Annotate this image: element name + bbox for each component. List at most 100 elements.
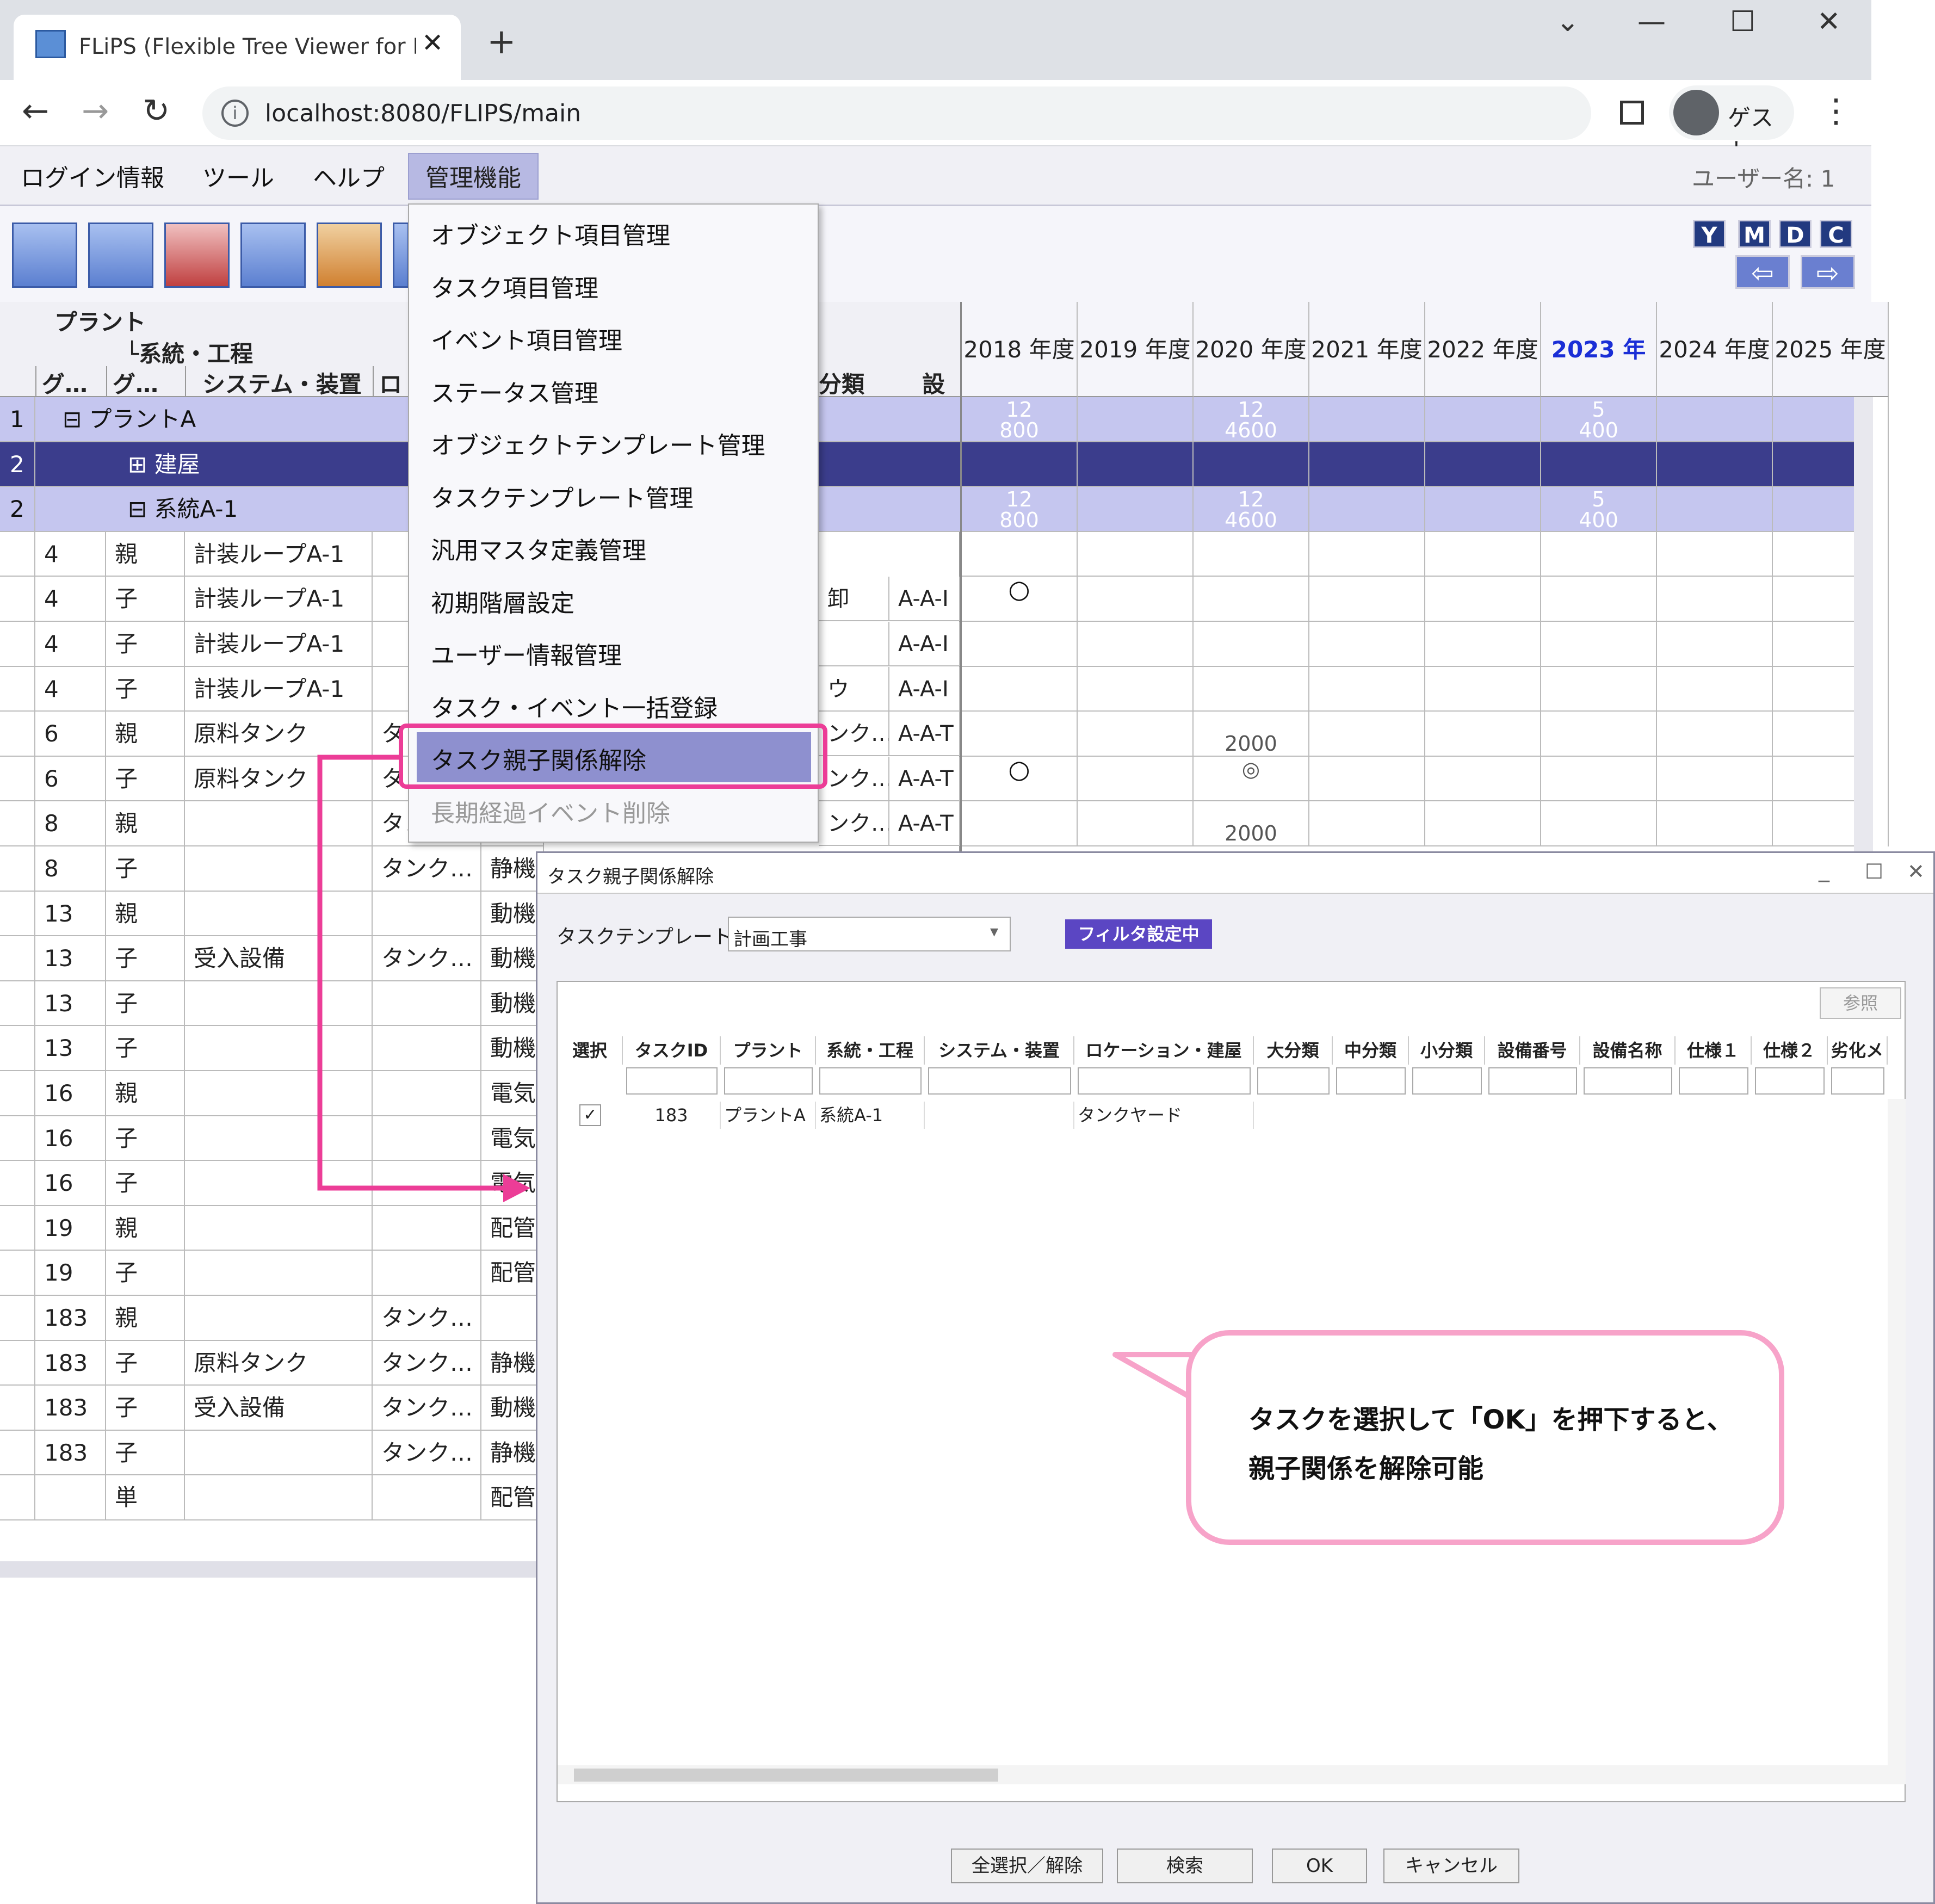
timeline-cell[interactable] (1078, 666, 1194, 712)
menu-login-info[interactable]: ログイン情報 (21, 158, 164, 193)
cancel-button[interactable]: キャンセル (1383, 1849, 1519, 1883)
year-header-cell[interactable]: 2020 年度 (1194, 302, 1309, 397)
select-all-button[interactable]: 全選択／解除 (951, 1849, 1103, 1883)
column-filter-input[interactable] (724, 1067, 813, 1095)
timeline-cell[interactable] (1194, 666, 1309, 712)
timeline-cell[interactable] (1309, 487, 1425, 532)
menu-admin[interactable]: 管理機能 (408, 153, 539, 200)
timeline-cell[interactable] (1309, 397, 1425, 442)
timeline-cell[interactable] (1078, 756, 1194, 802)
timeline-cell[interactable] (1657, 712, 1773, 757)
timeline-cell[interactable]: ○ (962, 577, 1078, 622)
glasses-icon[interactable] (12, 222, 77, 288)
ok-button[interactable]: OK (1272, 1849, 1367, 1883)
column-header[interactable]: 系統・工程 (816, 1036, 925, 1065)
timeline-cell[interactable] (1078, 487, 1194, 532)
timeline-cell[interactable] (1078, 531, 1194, 577)
column-filter-input[interactable] (1755, 1067, 1825, 1095)
profile-button[interactable]: ゲスト (1669, 85, 1794, 164)
column-filter-input[interactable] (1831, 1067, 1884, 1095)
timeline-cell[interactable] (1309, 666, 1425, 712)
timeline-cell[interactable]: 12 800 (962, 487, 1078, 532)
column-header[interactable]: 中分類 (1333, 1036, 1409, 1065)
table-row[interactable]: 183 子 タンク… 静機 (0, 1430, 544, 1476)
timeline-cell[interactable] (1541, 801, 1657, 846)
timeline-cell[interactable]: 2000 (1194, 712, 1309, 757)
timeline-cell[interactable] (1657, 577, 1773, 622)
timeline-cell[interactable] (962, 666, 1078, 712)
timeline-row[interactable] (962, 666, 1889, 712)
close-window-icon[interactable]: ✕ (1817, 5, 1841, 38)
omnibox[interactable]: i localhost:8080/FLIPS/main (202, 86, 1591, 140)
tab-search-icon[interactable]: ⌄ (1556, 5, 1580, 38)
column-filter-input[interactable] (928, 1067, 1071, 1095)
timeline-cell[interactable] (1541, 577, 1657, 622)
timeline-cell[interactable] (1194, 577, 1309, 622)
column-header[interactable]: プラント (721, 1036, 816, 1065)
view-month-button[interactable]: M (1738, 220, 1771, 248)
column-header[interactable]: 劣化メ (1828, 1036, 1888, 1065)
dropdown-item-5[interactable]: タスクテンプレート管理 (431, 473, 694, 525)
dialog-minimize-icon[interactable]: _ (1819, 857, 1829, 882)
browser-tab[interactable]: FLiPS (Flexible Tree Viewer for Pla ✕ (14, 15, 461, 80)
timeline-row[interactable] (962, 622, 1889, 667)
timeline-cell[interactable] (1425, 531, 1541, 577)
year-header-cell[interactable]: 2023 年度 (1541, 302, 1657, 458)
dropdown-item-6[interactable]: 汎用マスタ定義管理 (431, 525, 646, 577)
timeline-cell[interactable] (1657, 442, 1773, 487)
table-row[interactable]: 183 子原料タンク タンク… 静機 (0, 1340, 544, 1386)
timeline-row[interactable]: ○ ◎ (962, 756, 1889, 802)
timeline-cell[interactable] (1425, 801, 1541, 846)
timeline-cell[interactable] (1309, 531, 1425, 577)
timeline-cell[interactable] (1657, 622, 1773, 667)
maximize-icon[interactable]: ☐ (1730, 5, 1755, 38)
ref-button[interactable]: 参照 (1820, 987, 1901, 1019)
timeline-cell[interactable] (1541, 756, 1657, 802)
timeline-cell[interactable] (1425, 666, 1541, 712)
timeline-row[interactable]: ○ (962, 577, 1889, 622)
year-header-cell[interactable]: 2019 年度 (1078, 302, 1194, 397)
view-day-button[interactable]: D (1779, 220, 1812, 248)
column-header[interactable]: システム・装置 (925, 1036, 1074, 1065)
timeline-cell[interactable] (1657, 801, 1773, 846)
column-filter-input[interactable] (1336, 1067, 1406, 1095)
column-filter-input[interactable] (1257, 1067, 1330, 1095)
info-icon[interactable]: i (221, 100, 249, 127)
reload-icon[interactable]: ↻ (143, 92, 170, 130)
timeline-cell[interactable] (1425, 442, 1541, 487)
timeline-cell[interactable]: ◎ (1194, 756, 1309, 802)
table-row[interactable]: 183 親 タンク… (0, 1296, 544, 1341)
column-filter-input[interactable] (1679, 1067, 1748, 1095)
timeline-cell[interactable] (1309, 442, 1425, 487)
table-row[interactable]: 19 子 配管 (0, 1251, 544, 1296)
timeline-cell[interactable] (1194, 622, 1309, 667)
dropdown-item-4[interactable]: オブジェクトテンプレート管理 (431, 420, 765, 472)
year-header-cell[interactable]: 2024 年度 (1657, 302, 1773, 397)
dropdown-item-0[interactable]: オブジェクト項目管理 (431, 210, 670, 262)
year-header-cell[interactable]: 2021 年度 (1309, 302, 1425, 397)
timeline-cell[interactable] (1078, 801, 1194, 846)
dialog-close-icon[interactable]: ✕ (1907, 860, 1925, 883)
dialog-hscroll-thumb[interactable] (574, 1769, 998, 1782)
table-row[interactable]: 19 親 配管 (0, 1206, 544, 1251)
timeline-cell[interactable] (1425, 577, 1541, 622)
menu-help[interactable]: ヘルプ (313, 158, 385, 193)
timeline-cell[interactable] (1078, 577, 1194, 622)
timeline-cell[interactable] (1078, 397, 1194, 442)
timeline-cell[interactable] (1078, 622, 1194, 667)
column-filter-input[interactable] (1412, 1067, 1482, 1095)
timeline-row[interactable]: 2000 (962, 801, 1889, 846)
timeline-row[interactable] (962, 442, 1889, 487)
dropdown-item-7[interactable]: 初期階層設定 (431, 578, 574, 630)
timeline-cell[interactable] (1078, 712, 1194, 757)
timeline-cell[interactable] (1309, 756, 1425, 802)
horizontal-scrollbar[interactable] (0, 1561, 544, 1578)
column-header[interactable]: ロケーション・建屋 (1074, 1036, 1254, 1065)
timeline-cell[interactable] (1425, 756, 1541, 802)
view-year-button[interactable]: Y (1693, 220, 1726, 248)
timeline-row[interactable]: 12 800 12 4600 5 400 (962, 487, 1889, 532)
timeline-cell[interactable]: 5 400 (1541, 397, 1657, 442)
next-period-button[interactable]: ⇨ (1801, 255, 1855, 289)
column-filter-input[interactable] (819, 1067, 922, 1095)
dropdown-item-2[interactable]: イベント項目管理 (431, 315, 622, 367)
